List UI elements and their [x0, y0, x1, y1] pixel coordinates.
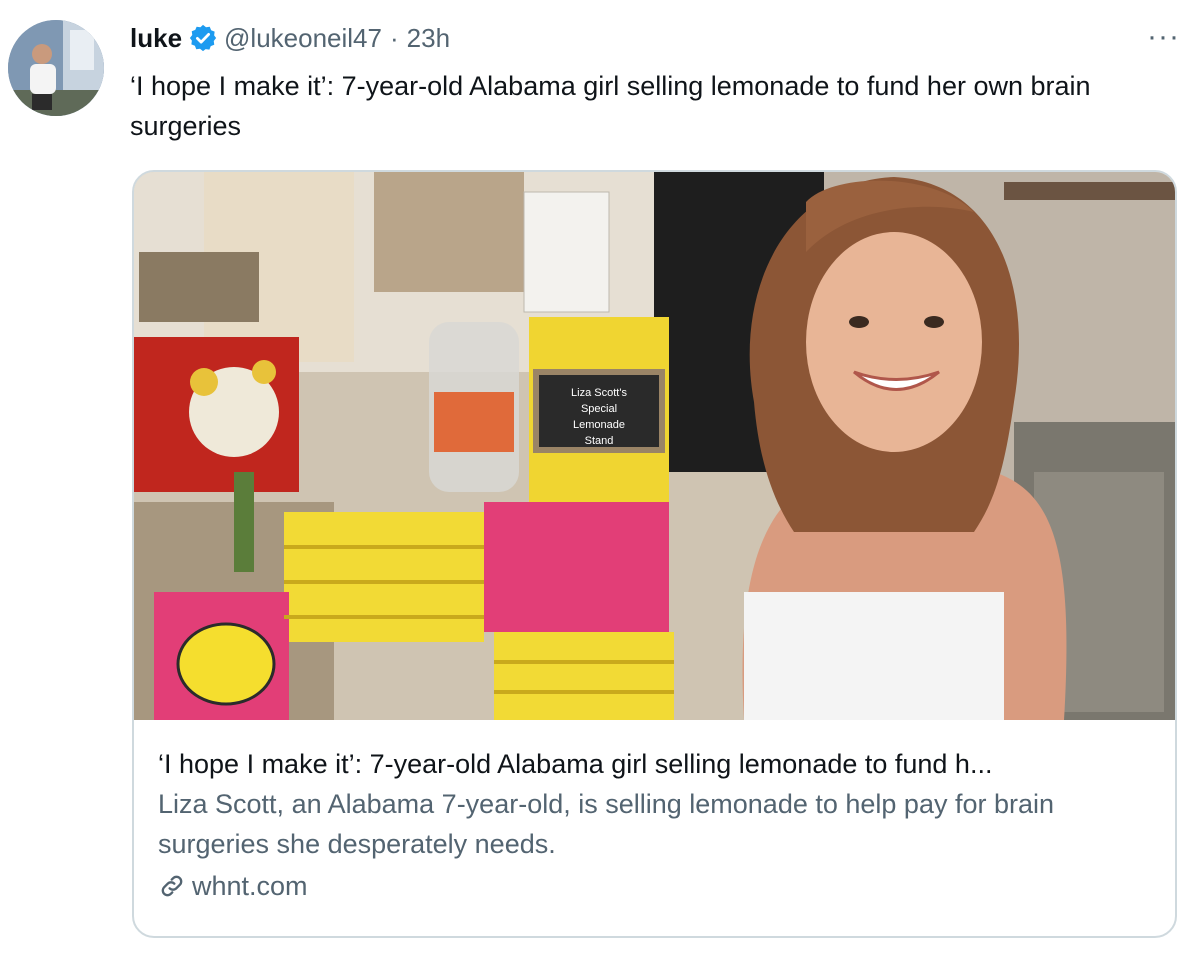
avatar-photo — [8, 20, 104, 116]
card-image: Liza Scott's Special Lemonade Stand — [134, 172, 1175, 720]
author-name[interactable]: luke — [130, 23, 182, 54]
card-description: Liza Scott, an Alabama 7-year-old, is se… — [158, 789, 1055, 859]
chalkboard-line-2: Special — [581, 403, 617, 415]
tweet-timestamp[interactable]: 23h — [407, 23, 450, 54]
tweet-body: luke @lukeoneil47 · 23h ‘I hope I make i… — [130, 18, 1170, 146]
card-title: ‘I hope I make it’: 7-year-old Alabama g… — [158, 749, 993, 779]
author-handle[interactable]: @lukeoneil47 — [224, 23, 382, 54]
card-meta: ‘I hope I make it’: 7-year-old Alabama g… — [158, 744, 1148, 906]
more-options-icon[interactable]: ··· — [1147, 20, 1180, 54]
card-domain-text: whnt.com — [192, 871, 308, 901]
tweet-header: luke @lukeoneil47 · 23h — [130, 18, 1170, 58]
chalkboard-line-4: Stand — [585, 435, 614, 447]
user-avatar[interactable] — [8, 20, 104, 116]
verified-badge-icon — [188, 23, 218, 53]
link-preview-card[interactable]: Liza Scott's Special Lemonade Stand ‘I h… — [132, 170, 1177, 938]
card-domain: whnt.com — [158, 866, 1148, 906]
chalkboard-line-1: Liza Scott's — [571, 387, 627, 399]
meta-separator: · — [389, 22, 399, 53]
tweet-text: ‘I hope I make it’: 7-year-old Alabama g… — [130, 71, 1091, 141]
link-icon — [158, 872, 186, 900]
chalkboard-line-3: Lemonade — [573, 419, 625, 431]
